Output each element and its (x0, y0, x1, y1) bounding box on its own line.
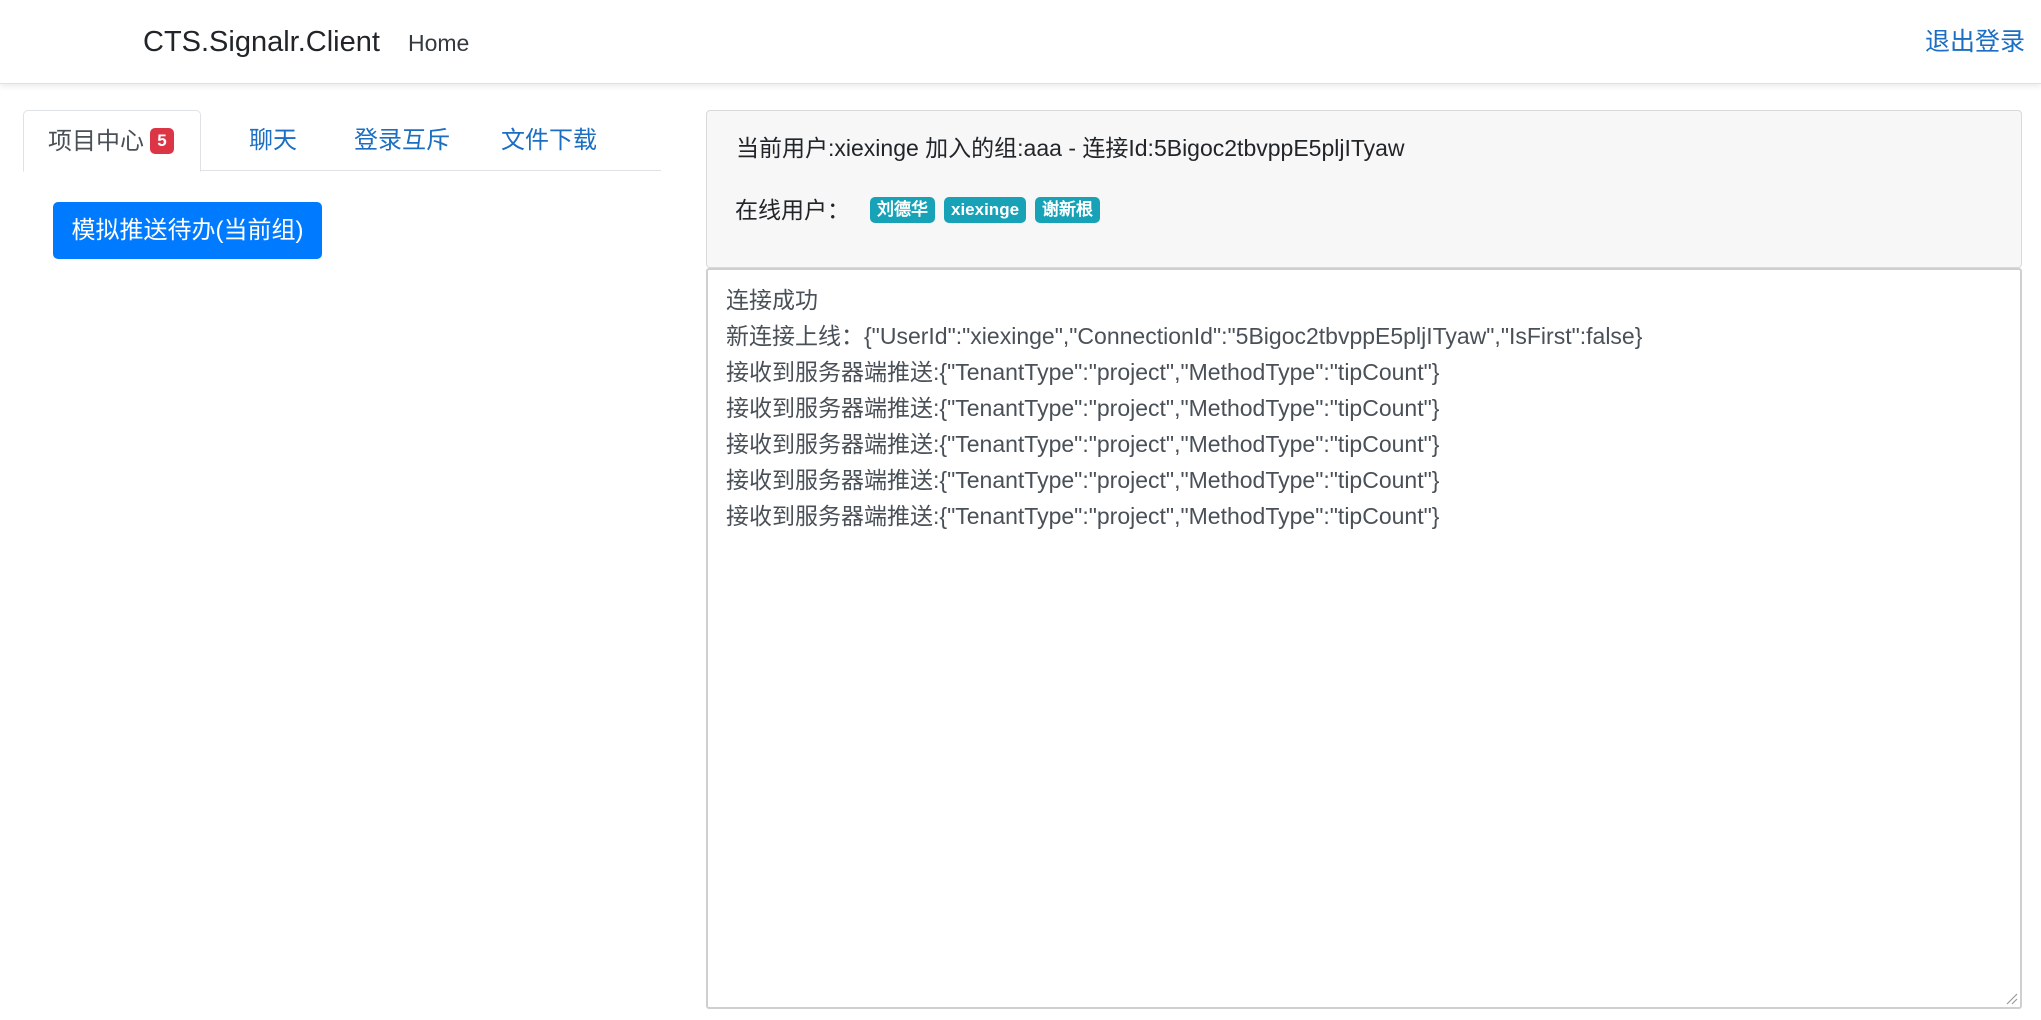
brand-link[interactable]: CTS.Signalr.Client (143, 22, 380, 62)
online-users-row: 在线用户： 刘德华 xiexinge 谢新根 (735, 192, 1109, 228)
log-line: 接收到服务器端推送:{"TenantType":"project","Metho… (726, 359, 1440, 385)
log-line: 接收到服务器端推送:{"TenantType":"project","Metho… (726, 431, 1440, 457)
tab-file-download[interactable]: 文件下载 (501, 110, 597, 171)
log-line: 接收到服务器端推送:{"TenantType":"project","Metho… (726, 395, 1440, 421)
simulate-push-todo-button[interactable]: 模拟推送待办(当前组) (53, 202, 322, 259)
connection-info-panel: 当前用户:xiexinge 加入的组:aaa - 连接Id:5Bigoc2tbv… (706, 110, 2022, 268)
online-users-label: 在线用户： (735, 197, 850, 223)
tab-chat[interactable]: 聊天 (249, 110, 297, 171)
logout-link[interactable]: 退出登录 (1925, 24, 2025, 60)
resize-grip-icon[interactable] (2004, 991, 2018, 1005)
top-navbar: CTS.Signalr.Client Home 退出登录 (0, 0, 2041, 84)
log-line: 接收到服务器端推送:{"TenantType":"project","Metho… (726, 503, 1440, 529)
notification-count-badge: 5 (150, 127, 174, 154)
log-line: 连接成功 (726, 287, 818, 313)
online-user-badge: 刘德华 (870, 197, 935, 223)
tab-project-center[interactable]: 项目中心 5 (23, 110, 201, 172)
tab-bar: 项目中心 5 聊天 登录互斥 文件下载 (23, 110, 661, 172)
tab-project-center-label: 项目中心 (48, 128, 144, 155)
online-user-badge: xiexinge (944, 197, 1027, 223)
nav-home-link[interactable]: Home (408, 26, 469, 60)
log-line: 接收到服务器端推送:{"TenantType":"project","Metho… (726, 467, 1440, 493)
tab-login-mutex[interactable]: 登录互斥 (354, 110, 450, 171)
log-line: 新连接上线：{"UserId":"xiexinge","ConnectionId… (726, 323, 1643, 349)
message-log-textarea[interactable]: 连接成功 新连接上线：{"UserId":"xiexinge","Connect… (706, 268, 2022, 1009)
online-user-badge: 谢新根 (1035, 197, 1101, 223)
current-user-info: 当前用户:xiexinge 加入的组:aaa - 连接Id:5Bigoc2tbv… (736, 135, 1405, 161)
